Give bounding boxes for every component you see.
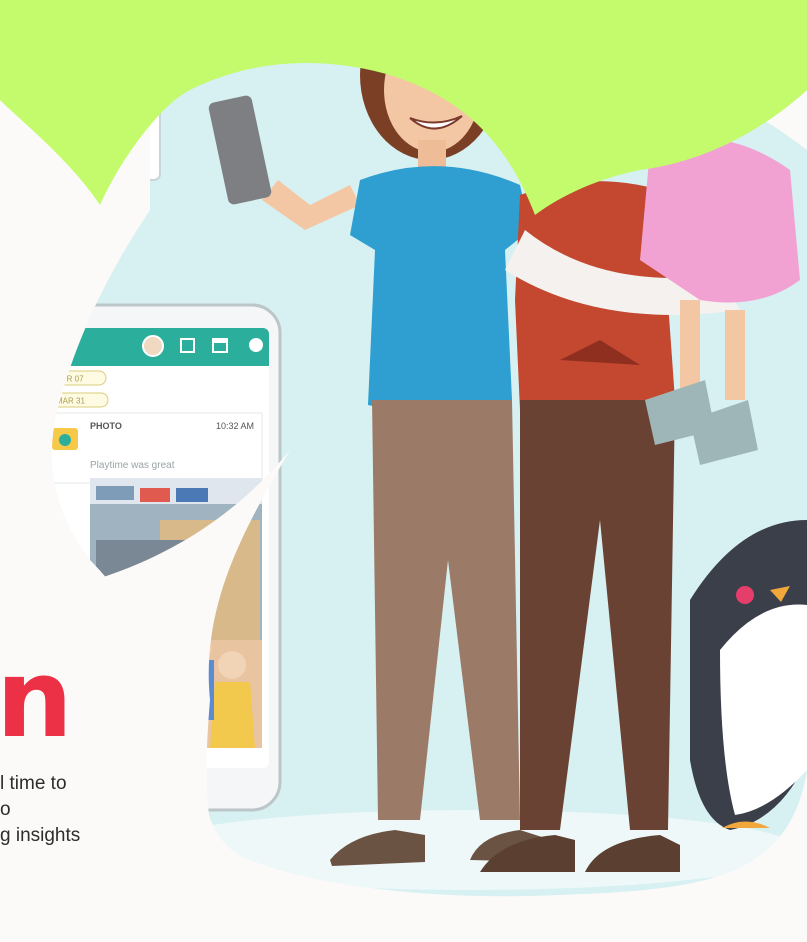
description-line: o bbox=[0, 799, 11, 820]
post-type: PHOTO bbox=[90, 421, 122, 431]
section-description: l time to o g insights bbox=[0, 771, 210, 849]
description-line: l time to bbox=[0, 773, 67, 794]
post-time: 10:32 AM bbox=[216, 421, 254, 431]
section-heading: n bbox=[0, 637, 73, 762]
svg-text:MAR 31: MAR 31 bbox=[56, 397, 85, 406]
chat-icon[interactable] bbox=[249, 338, 263, 352]
menu-icon[interactable] bbox=[47, 338, 63, 353]
post-caption: Playtime was great bbox=[90, 460, 175, 471]
date-chip[interactable]: APR 07 bbox=[46, 370, 107, 386]
date-chip[interactable]: MAR 31 bbox=[46, 392, 109, 408]
svg-text:APR 07: APR 07 bbox=[56, 375, 84, 384]
avatar[interactable] bbox=[142, 335, 164, 357]
description-line: g insights bbox=[0, 825, 81, 846]
